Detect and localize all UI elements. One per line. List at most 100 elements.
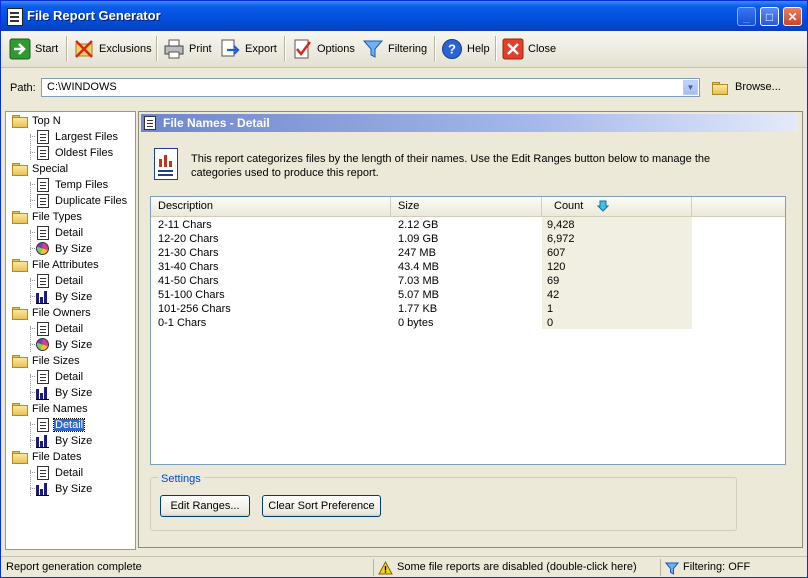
table-row[interactable]: 31-40 Chars 43.4 MB 120 [151,260,785,274]
folder-icon [12,211,28,224]
path-value: C:\WINDOWS [47,81,117,93]
filtering-button[interactable]: Filtering [362,36,427,61]
tree-file-attributes-by-size[interactable]: By Size [35,289,93,304]
path-combobox[interactable]: C:\WINDOWS ▼ [41,78,700,97]
folder-icon [12,403,28,416]
column-header-size[interactable]: Size [391,197,542,216]
table-row[interactable]: 101-256 Chars 1.77 KB 1 [151,302,785,316]
cell-description: 12-20 Chars [158,233,219,245]
report-tree[interactable]: Top N Largest Files Oldest Files Special… [5,111,136,550]
warning-icon [378,560,393,574]
app-document-icon [7,8,23,26]
cell-count: 42 [547,289,560,301]
cell-count: 120 [547,261,566,273]
tree-file-names-by-size[interactable]: By Size [35,433,93,448]
document-icon [37,274,49,288]
export-button[interactable]: Export [219,36,277,61]
folder-icon [12,355,28,368]
main-window: File Report Generator _ □ ✕ Start Exclus… [0,0,808,578]
cell-description: 31-40 Chars [158,261,219,273]
svg-text:?: ? [448,41,456,56]
filtering-label: Filtering [388,42,428,55]
exclusions-icon [73,38,95,60]
close-window-button[interactable]: ✕ [783,7,802,26]
panel-header: File Names - Detail [141,114,798,132]
tree-duplicate-files[interactable]: Duplicate Files [35,193,128,208]
column-header-count[interactable]: Count [542,197,692,216]
document-icon [144,116,156,130]
tree-file-names[interactable]: File Names [12,401,89,416]
table-row[interactable]: 2-11 Chars 2.12 GB 9,428 [151,218,785,232]
close-button[interactable]: Close [502,36,556,61]
tree-temp-files[interactable]: Temp Files [35,177,109,192]
funnel-icon [665,562,679,575]
options-button[interactable]: Options [291,36,355,61]
tree-file-dates-by-size[interactable]: By Size [35,481,93,496]
export-label: Export [245,42,277,55]
tree-file-attributes-detail[interactable]: Detail [35,273,84,288]
pie-chart-icon [36,338,49,351]
document-icon [37,370,49,384]
disabled-reports-notice[interactable]: Some file reports are disabled (double-c… [378,560,637,575]
close-x-icon [502,38,524,60]
edit-ranges-button[interactable]: Edit Ranges... [160,495,250,517]
cell-size: 43.4 MB [398,261,439,273]
cell-description: 41-50 Chars [158,275,219,287]
start-button[interactable]: Start [9,36,58,61]
cell-count: 9,428 [547,219,575,231]
cell-description: 21-30 Chars [158,247,219,259]
table-row[interactable]: 41-50 Chars 7.03 MB 69 [151,274,785,288]
help-button[interactable]: ? Help [441,36,490,61]
cell-size: 1.09 GB [398,233,439,245]
tree-file-types[interactable]: File Types [12,209,83,224]
document-icon [37,466,49,480]
tree-special[interactable]: Special [12,161,69,176]
chevron-down-icon[interactable]: ▼ [683,80,698,95]
tree-file-types-detail[interactable]: Detail [35,225,84,240]
table-header: Description Size Count [151,197,785,217]
document-icon [37,194,49,208]
tree-largest-files[interactable]: Largest Files [35,129,119,144]
status-bar: Report generation complete Some file rep… [1,556,807,577]
settings-legend: Settings [158,473,204,485]
bar-chart-icon [36,434,49,448]
table-row[interactable]: 0-1 Chars 0 bytes 0 [151,316,785,330]
document-icon [37,130,49,144]
tree-file-dates-detail[interactable]: Detail [35,465,84,480]
report-chart-icon [154,148,178,180]
tree-file-names-detail[interactable]: Detail [35,417,86,432]
status-message: Report generation complete [6,561,142,573]
tree-file-sizes-by-size[interactable]: By Size [35,385,93,400]
tree-file-owners-detail[interactable]: Detail [35,321,84,336]
filtering-status[interactable]: Filtering: OFF [665,560,750,575]
close-label: Close [528,42,557,55]
maximize-button[interactable]: □ [760,7,779,26]
tree-file-types-by-size[interactable]: By Size [35,241,93,256]
title-bar[interactable]: File Report Generator _ □ ✕ [1,1,807,31]
tree-top-n[interactable]: Top N [12,113,62,128]
options-checklist-icon [291,38,313,60]
folder-icon [12,163,28,176]
table-row[interactable]: 51-100 Chars 5.07 MB 42 [151,288,785,302]
funnel-icon [362,38,384,60]
tree-file-sizes-detail[interactable]: Detail [35,369,84,384]
document-icon [37,146,49,160]
table-row[interactable]: 12-20 Chars 1.09 GB 6,972 [151,232,785,246]
minimize-button[interactable]: _ [737,7,756,26]
exclusions-button[interactable]: Exclusions [73,36,152,61]
clear-sort-preference-button[interactable]: Clear Sort Preference [262,495,381,517]
tree-oldest-files[interactable]: Oldest Files [35,145,114,160]
tree-file-sizes[interactable]: File Sizes [12,353,81,368]
table-row[interactable]: 21-30 Chars 247 MB 607 [151,246,785,260]
tree-file-owners-by-size[interactable]: By Size [35,337,93,352]
print-button[interactable]: Print [163,36,212,61]
tree-file-dates[interactable]: File Dates [12,449,83,464]
options-label: Options [317,42,355,55]
browse-button[interactable]: Browse... [712,80,781,95]
sort-descending-icon [597,200,609,212]
tree-file-owners[interactable]: File Owners [12,305,92,320]
column-header-description[interactable]: Description [151,197,391,216]
report-table[interactable]: Description Size Count 2-11 Chars 2.12 GB… [150,196,786,465]
cell-description: 2-11 Chars [158,219,212,231]
tree-file-attributes[interactable]: File Attributes [12,257,100,272]
